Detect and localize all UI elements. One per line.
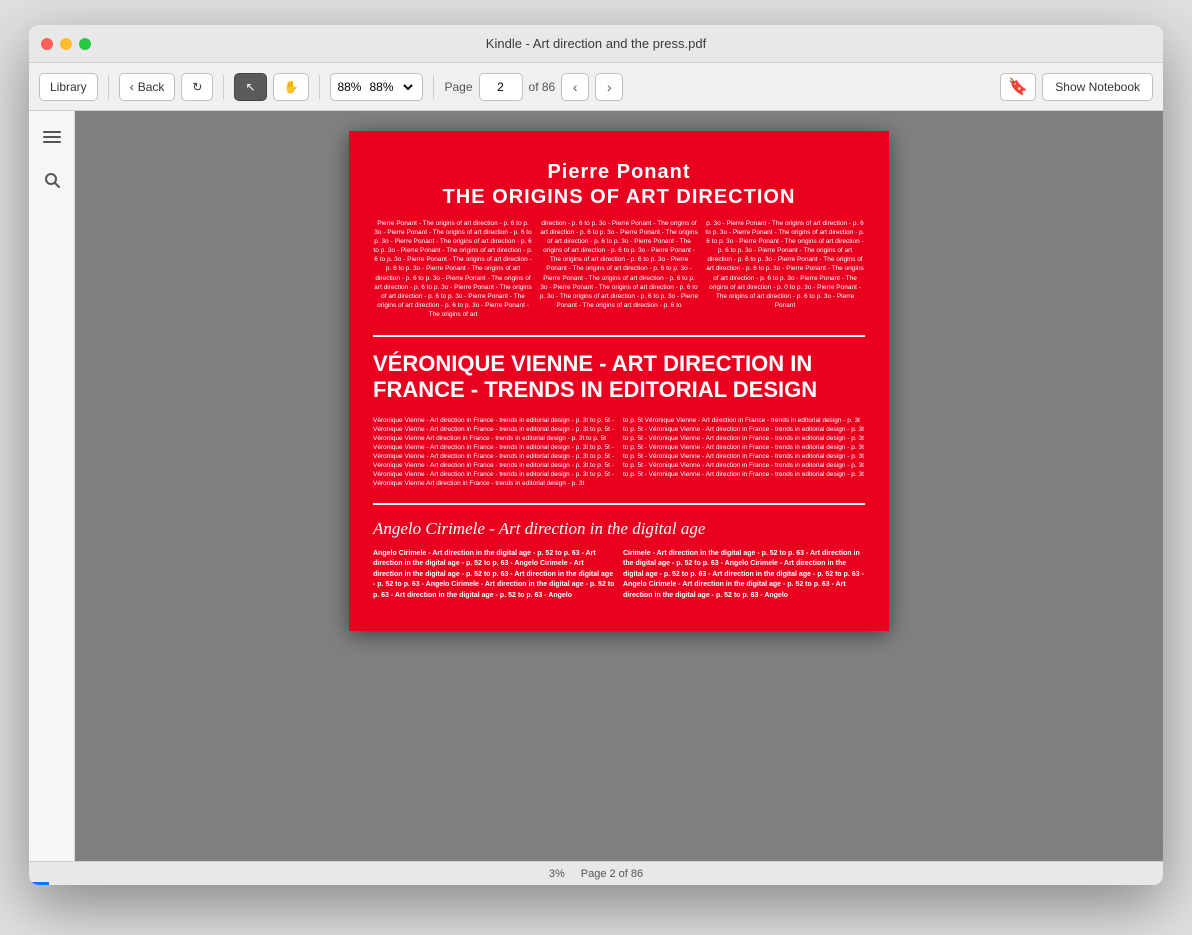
hand-tool-button[interactable]: ✋ [273, 73, 310, 101]
statusbar: 3% Page 2 of 86 [29, 861, 1163, 885]
prev-page-button[interactable]: ‹ [561, 73, 589, 101]
pdf-page: Pierre Ponant The origins of art directi… [349, 131, 889, 631]
s3-col1: Angelo Cirimele - Art direction in the d… [373, 549, 615, 602]
sidebar-toc-icon[interactable] [37, 123, 67, 153]
divider-2 [373, 503, 865, 505]
s1-body: Pierre Ponant - The origins of art direc… [373, 219, 865, 319]
close-button[interactable] [41, 38, 53, 50]
main-content: Pierre Ponant The origins of art directi… [29, 111, 1163, 861]
separator-4 [433, 75, 434, 99]
divider-1 [373, 335, 865, 337]
page-input[interactable] [479, 73, 523, 101]
page-of-label: of 86 [529, 80, 556, 94]
s2-title: Véronique Vienne - Art Direction in Fran… [373, 351, 865, 404]
traffic-lights [41, 38, 91, 50]
main-window: Kindle - Art direction and the press.pdf… [29, 25, 1163, 885]
progress-tab [29, 882, 49, 885]
next-icon: › [607, 79, 612, 95]
next-page-button[interactable]: › [595, 73, 623, 101]
sidebar-search-icon[interactable] [37, 165, 67, 195]
s1-title: Pierre Ponant [373, 161, 865, 184]
section-pierre-ponant: Pierre Ponant The origins of art directi… [373, 161, 865, 319]
cursor-tool-button[interactable]: ↖ [234, 73, 266, 101]
document-area[interactable]: Pierre Ponant The origins of art directi… [75, 111, 1163, 861]
prev-icon: ‹ [573, 79, 578, 95]
separator-2 [223, 75, 224, 99]
section-angelo-cirimele: Angelo Cirimele - Art direction in the d… [373, 519, 865, 602]
s3-col2: Cirimele - Art direction in the digital … [623, 549, 865, 602]
bookmark-button[interactable]: 🔖 [1000, 73, 1036, 101]
maximize-button[interactable] [79, 38, 91, 50]
separator-1 [108, 75, 109, 99]
zoom-dropdown[interactable]: 88% 50% 75% 100% 125% 150% [365, 79, 416, 95]
s2-body: Véronique Vienne - Art direction in Fran… [373, 416, 865, 489]
show-notebook-button[interactable]: Show Notebook [1042, 73, 1153, 101]
page-status: Page 2 of 86 [581, 868, 643, 880]
back-button[interactable]: ‹ Back [119, 73, 176, 101]
s3-title: Angelo Cirimele - Art direction in the d… [373, 519, 865, 539]
hand-icon: ✋ [284, 80, 299, 94]
s2-col1: Véronique Vienne - Art direction in Fran… [373, 416, 615, 489]
window-title: Kindle - Art direction and the press.pdf [486, 36, 706, 51]
titlebar: Kindle - Art direction and the press.pdf [29, 25, 1163, 63]
progress-percent: 3% [549, 868, 565, 880]
refresh-button[interactable]: ↻ [181, 73, 213, 101]
toolbar: Library ‹ Back ↻ ↖ ✋ 88% 88% 50% 75% 100… [29, 63, 1163, 111]
page-label-text: Page [444, 80, 472, 94]
library-button[interactable]: Library [39, 73, 98, 101]
refresh-icon: ↻ [192, 80, 202, 94]
s2-col2: to p. 5t Véronique Vienne - Art directio… [623, 416, 865, 489]
s1-col1: Pierre Ponant - The origins of art direc… [373, 219, 533, 319]
separator-3 [319, 75, 320, 99]
back-icon: ‹ [130, 80, 134, 94]
s1-col3: p. 3o - Pierre Ponant - The origins of a… [705, 219, 865, 319]
cursor-icon: ↖ [245, 80, 255, 94]
bookmark-icon: 🔖 [1008, 77, 1028, 97]
section-veronique-vienne: Véronique Vienne - Art Direction in Fran… [373, 351, 865, 489]
sidebar [29, 111, 75, 861]
zoom-value: 88% [337, 80, 361, 94]
s1-col2: direction - p. 6 to p. 3o - Pierre Ponan… [539, 219, 699, 319]
s3-body: Angelo Cirimele - Art direction in the d… [373, 549, 865, 602]
zoom-selector[interactable]: 88% 88% 50% 75% 100% 125% 150% [330, 73, 423, 101]
s1-subtitle: The origins of art direction [373, 186, 865, 209]
minimize-button[interactable] [60, 38, 72, 50]
